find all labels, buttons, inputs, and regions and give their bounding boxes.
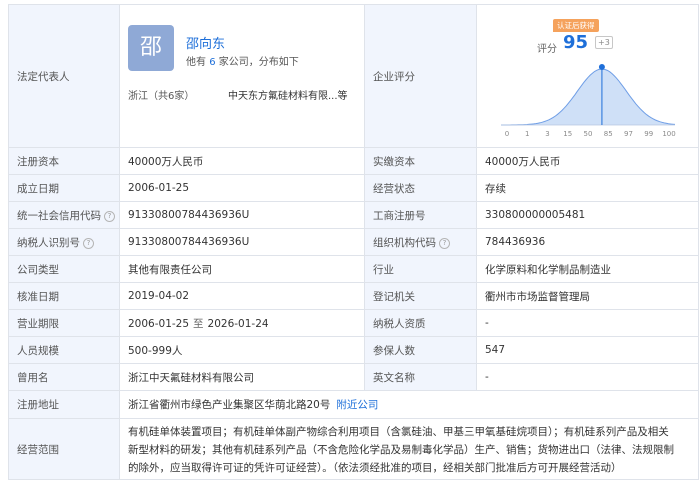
business-status-value: 存续	[476, 174, 699, 202]
org-code-value: 784436936	[476, 228, 699, 256]
former-name-label: 曾用名	[8, 363, 120, 391]
founded-date-value: 2006-01-25	[119, 174, 365, 202]
business-scope-value: 有机硅单体装置项目；有机硅单体副产物综合利用项目（含氯硅油、甲基三甲氧基硅烷项目…	[119, 418, 699, 480]
summary-suffix: 家公司，分布如下	[218, 57, 299, 68]
staff-size-label: 人员规模	[8, 336, 120, 364]
company-count[interactable]: 6	[209, 57, 215, 68]
insured-count-value: 547	[476, 336, 699, 364]
table-row: 注册地址 浙江省衢州市绿色产业集聚区华荫北路20号 附近公司	[8, 390, 699, 419]
score-cell: 认证后获得 评分 95 +3 0 1 3 15 50 85 97 99 100	[476, 4, 699, 148]
tick-label: 97	[624, 130, 633, 138]
english-name-label: 英文名称	[364, 363, 477, 391]
registration-number-label: 工商注册号	[364, 201, 477, 229]
score-marker-dot	[598, 64, 605, 70]
term-end: 2026-01-24	[207, 317, 269, 330]
question-icon[interactable]: ?	[439, 237, 450, 249]
org-code-label: 组织机构代码?	[364, 228, 477, 256]
question-icon[interactable]: ?	[104, 210, 115, 222]
table-row: 统一社会信用代码? 91330800784436936U 工商注册号 33080…	[8, 201, 699, 229]
tick-label: 50	[584, 130, 593, 138]
legal-rep-row: 法定代表人 邵 邵向东 他有 6 家公司，分布如下 浙江（共6家） 中天东方氟硅…	[8, 4, 699, 148]
business-status-label: 经营状态	[364, 174, 477, 202]
registration-authority-value: 衢州市市场监督管理局	[476, 282, 699, 310]
former-name-value: 浙江中天氟硅材料有限公司	[119, 363, 365, 391]
related-companies-link[interactable]: 中天东方氟硅材料有限...等	[228, 87, 348, 102]
table-row: 注册资本 40000万人民币 实缴资本 40000万人民币	[8, 147, 699, 175]
registration-number-value: 330800000005481	[476, 201, 699, 229]
business-term-value: 2006-01-25 至 2026-01-24	[119, 309, 365, 337]
table-row: 人员规模 500-999人 参保人数 547	[8, 336, 699, 364]
approval-date-label: 核准日期	[8, 282, 120, 310]
tick-label: 3	[545, 130, 549, 138]
score-label-cell: 企业评分	[364, 4, 477, 148]
table-row: 公司类型 其他有限责任公司 行业 化学原料和化学制品制造业	[8, 255, 699, 283]
credit-code-value: 91330800784436936U	[119, 201, 365, 229]
credit-code-label-text: 统一社会信用代码	[17, 209, 101, 222]
tick-label: 0	[505, 130, 509, 138]
taxpayer-id-label-text: 纳税人识别号	[17, 236, 80, 249]
legal-rep-cell: 邵 邵向东 他有 6 家公司，分布如下 浙江（共6家） 中天东方氟硅材料有限..…	[119, 4, 365, 148]
table-row: 核准日期 2019-04-02 登记机关 衢州市市场监督管理局	[8, 282, 699, 310]
score-distribution-chart: 0 1 3 15 50 85 97 99 100	[501, 64, 676, 138]
tick-label: 15	[563, 130, 572, 138]
table-row: 成立日期 2006-01-25 经营状态 存续	[8, 174, 699, 202]
question-icon[interactable]: ?	[83, 237, 94, 249]
credit-code-label: 统一社会信用代码?	[8, 201, 120, 229]
region-label: 浙江（共6家）	[128, 91, 195, 102]
certify-badge[interactable]: 认证后获得	[553, 19, 599, 32]
address-value-cell: 浙江省衢州市绿色产业集聚区华荫北路20号 附近公司	[119, 390, 699, 419]
company-info-panel: 法定代表人 邵 邵向东 他有 6 家公司，分布如下 浙江（共6家） 中天东方氟硅…	[0, 0, 700, 499]
taxpayer-id-label: 纳税人识别号?	[8, 228, 120, 256]
tick-label: 99	[644, 130, 653, 138]
company-type-label: 公司类型	[8, 255, 120, 283]
taxpayer-qualification-value: -	[476, 309, 699, 337]
address-value: 浙江省衢州市绿色产业集聚区华荫北路20号	[128, 399, 331, 411]
address-label: 注册地址	[8, 390, 120, 419]
approval-date-value: 2019-04-02	[119, 282, 365, 310]
taxpayer-qualification-label: 纳税人资质	[364, 309, 477, 337]
scope-line: 的除外，应当取得许可证的凭许可证经营）。（依法须经批准的项目，经相关部门批准后方…	[128, 462, 622, 474]
taxpayer-id-value: 91330800784436936U	[119, 228, 365, 256]
legal-rep-label: 法定代表人	[8, 4, 120, 148]
nearby-companies-link[interactable]: 附近公司	[336, 399, 378, 411]
legal-rep-summary: 他有 6 家公司，分布如下	[186, 53, 299, 68]
staff-size-value: 500-999人	[119, 336, 365, 364]
term-start: 2006-01-25	[128, 317, 190, 330]
industry-label: 行业	[364, 255, 477, 283]
registered-capital-value: 40000万人民币	[119, 147, 365, 175]
score-value: 95	[563, 32, 589, 53]
term-separator: 至	[193, 317, 204, 330]
table-row: 纳税人识别号? 91330800784436936U 组织机构代码? 78443…	[8, 228, 699, 256]
registration-authority-label: 登记机关	[364, 282, 477, 310]
summary-prefix: 他有	[186, 57, 206, 68]
tick-label: 100	[662, 130, 675, 138]
english-name-value: -	[476, 363, 699, 391]
industry-value: 化学原料和化学制品制造业	[476, 255, 699, 283]
founded-date-label: 成立日期	[8, 174, 120, 202]
company-type-value: 其他有限责任公司	[119, 255, 365, 283]
table-row: 经营范围 有机硅单体装置项目；有机硅单体副产物综合利用项目（含氯硅油、甲基三甲氧…	[8, 418, 699, 480]
table-row: 营业期限 2006-01-25 至 2026-01-24 纳税人资质 -	[8, 309, 699, 337]
registered-capital-label: 注册资本	[8, 147, 120, 175]
paid-capital-label: 实缴资本	[364, 147, 477, 175]
tick-label: 85	[604, 130, 613, 138]
table-row: 曾用名 浙江中天氟硅材料有限公司 英文名称 -	[8, 363, 699, 391]
score-delta-badge: +3	[595, 36, 613, 49]
tick-label: 1	[525, 130, 529, 138]
company-info-table: 法定代表人 邵 邵向东 他有 6 家公司，分布如下 浙江（共6家） 中天东方氟硅…	[8, 4, 699, 480]
org-code-label-text: 组织机构代码	[373, 236, 436, 249]
legal-rep-name-link[interactable]: 邵向东	[186, 33, 225, 52]
business-term-label: 营业期限	[8, 309, 120, 337]
insured-count-label: 参保人数	[364, 336, 477, 364]
business-scope-label: 经营范围	[8, 418, 120, 480]
avatar[interactable]: 邵	[128, 25, 174, 71]
scope-line: 新型材料的研发；其他有机硅系列产品（不含危险化学品及易制毒化学品）生产、销售；货…	[128, 444, 674, 456]
scope-line: 有机硅单体装置项目；有机硅单体副产物综合利用项目（含氯硅油、甲基三甲氧基硅烷项目…	[128, 426, 669, 438]
paid-capital-value: 40000万人民币	[476, 147, 699, 175]
